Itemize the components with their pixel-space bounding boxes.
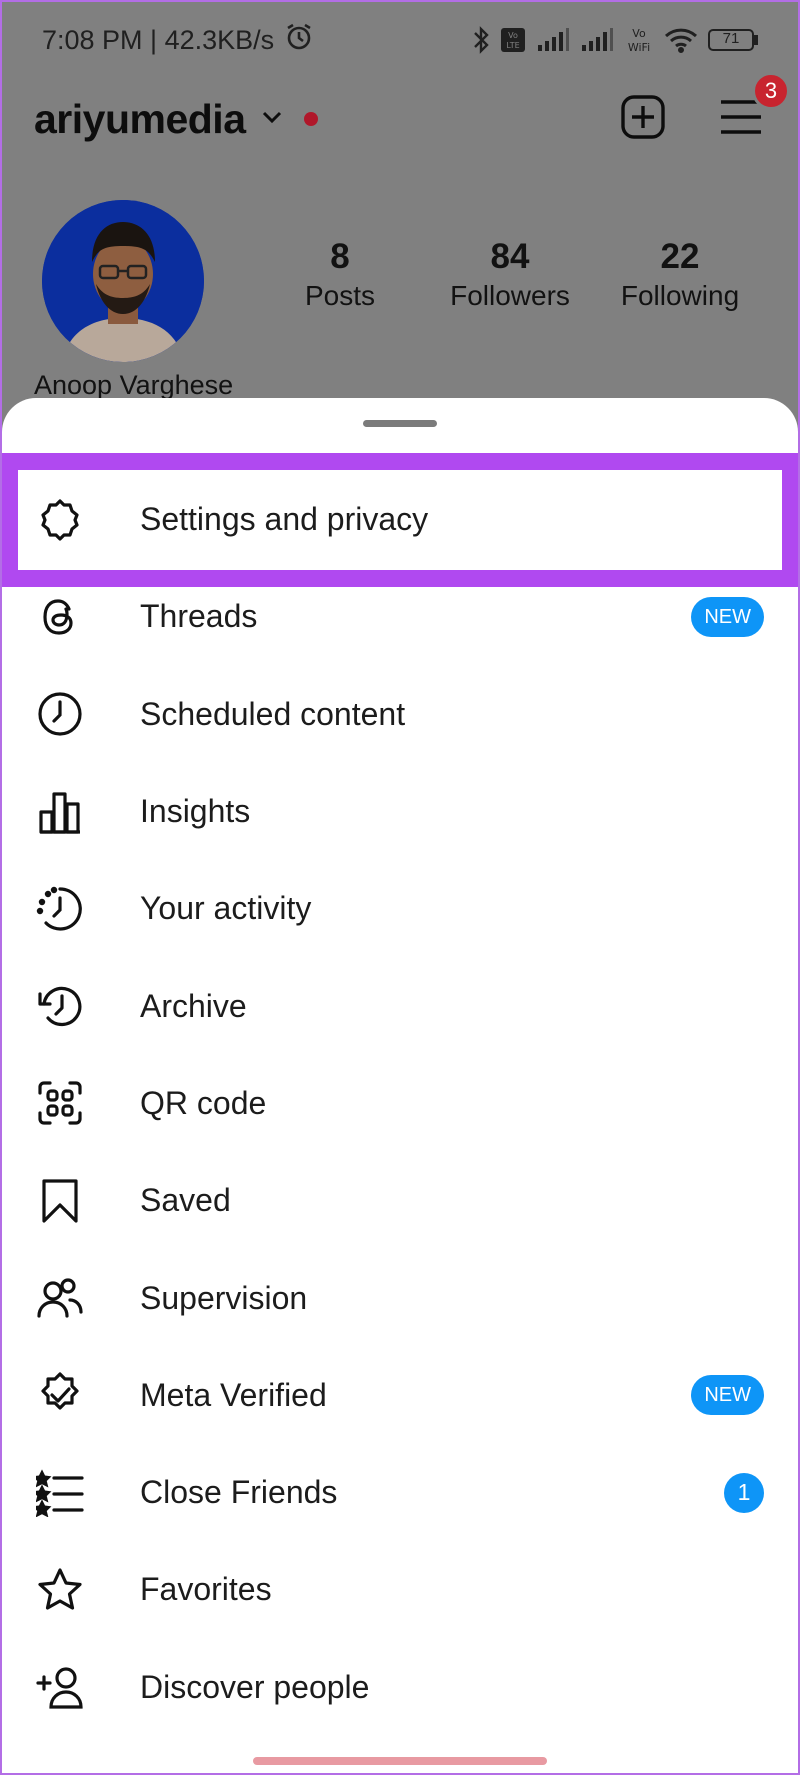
menu-item-label: Discover people bbox=[140, 1668, 370, 1705]
archive-icon bbox=[36, 982, 84, 1030]
status-time-speed: 7:08 PM | 42.3KB/s bbox=[42, 24, 275, 55]
add-post-icon bbox=[620, 94, 666, 145]
battery-icon: 71 bbox=[708, 28, 758, 52]
menu-item-supervision[interactable]: Supervision bbox=[2, 1249, 798, 1346]
menu-item-label: Meta Verified bbox=[140, 1376, 327, 1413]
threads-icon bbox=[36, 593, 84, 641]
notification-badge: 3 bbox=[752, 72, 790, 110]
menu-item-scheduled-content[interactable]: Scheduled content bbox=[2, 666, 798, 763]
username[interactable]: ariyumedia bbox=[34, 96, 246, 143]
bottom-sheet-menu: Settings and privacy Threads NEW Schedul… bbox=[2, 398, 798, 1775]
bar-chart-icon bbox=[36, 788, 84, 836]
menu-button[interactable]: 3 bbox=[716, 72, 790, 144]
menu-item-label: Close Friends bbox=[140, 1474, 338, 1511]
profile-stats: 8 Posts 84 Followers 22 Following bbox=[255, 237, 765, 314]
menu-item-meta-verified[interactable]: Meta Verified NEW bbox=[2, 1347, 798, 1444]
unread-dot bbox=[303, 112, 318, 126]
create-button[interactable] bbox=[618, 94, 668, 144]
menu-item-label: Insights bbox=[140, 793, 251, 830]
stat-value: 84 bbox=[490, 237, 530, 276]
menu-item-label: Scheduled content bbox=[140, 695, 406, 732]
menu-item-insights[interactable]: Insights bbox=[2, 763, 798, 860]
account-switcher[interactable]: ariyumedia bbox=[34, 96, 318, 143]
menu-item-label: QR code bbox=[140, 1084, 267, 1121]
gear-icon bbox=[36, 496, 84, 544]
drag-handle[interactable] bbox=[363, 420, 437, 427]
new-badge: NEW bbox=[691, 1375, 764, 1416]
bluetooth-icon bbox=[472, 25, 490, 55]
svg-text:Vo: Vo bbox=[508, 31, 518, 40]
menu-item-label: Your activity bbox=[140, 890, 312, 927]
bookmark-icon bbox=[36, 1177, 84, 1225]
vowifi-icon: Vo WiFi bbox=[624, 25, 654, 55]
close-friends-icon bbox=[36, 1469, 84, 1517]
clock-icon bbox=[36, 690, 84, 738]
home-indicator bbox=[253, 1757, 547, 1765]
stat-following[interactable]: 22 Following bbox=[595, 237, 765, 314]
supervision-icon bbox=[36, 1274, 84, 1322]
stat-value: 22 bbox=[660, 237, 700, 276]
menu-item-label: Favorites bbox=[140, 1571, 272, 1608]
menu-item-archive[interactable]: Archive bbox=[2, 957, 798, 1054]
status-bar: 7:08 PM | 42.3KB/s Vo LTE Vo WiFi 71 bbox=[0, 0, 800, 80]
signal-icon-2 bbox=[580, 27, 614, 53]
wifi-icon bbox=[664, 26, 698, 54]
profile-header: ariyumedia 3 bbox=[34, 72, 790, 152]
volte-icon: Vo LTE bbox=[500, 27, 526, 53]
menu-item-label: Settings and privacy bbox=[140, 501, 429, 538]
activity-icon bbox=[36, 885, 84, 933]
qr-code-icon bbox=[36, 1079, 84, 1127]
menu-item-your-activity[interactable]: Your activity bbox=[2, 860, 798, 957]
stat-value: 8 bbox=[330, 237, 350, 276]
menu-item-threads[interactable]: Threads NEW bbox=[2, 568, 798, 665]
new-badge: NEW bbox=[691, 596, 764, 637]
menu-item-saved[interactable]: Saved bbox=[2, 1152, 798, 1249]
menu-item-label: Supervision bbox=[140, 1279, 308, 1316]
chevron-down-icon[interactable] bbox=[260, 105, 284, 134]
avatar[interactable] bbox=[42, 200, 204, 362]
menu-list: Settings and privacy Threads NEW Schedul… bbox=[2, 471, 798, 1736]
svg-text:LTE: LTE bbox=[506, 41, 519, 50]
menu-item-label: Threads bbox=[140, 598, 258, 635]
menu-item-qr-code[interactable]: QR code bbox=[2, 1055, 798, 1152]
svg-text:WiFi: WiFi bbox=[628, 41, 650, 54]
menu-item-discover-people[interactable]: Discover people bbox=[2, 1639, 798, 1736]
menu-item-label: Archive bbox=[140, 987, 247, 1024]
stat-label: Following bbox=[620, 279, 740, 311]
menu-item-settings-and-privacy[interactable]: Settings and privacy bbox=[2, 471, 798, 568]
profile-display-name: Anoop Varghese bbox=[34, 370, 234, 400]
battery-level: 71 bbox=[722, 30, 740, 47]
add-person-icon bbox=[36, 1663, 84, 1711]
svg-text:Vo: Vo bbox=[632, 27, 646, 40]
menu-item-close-friends[interactable]: Close Friends 1 bbox=[2, 1444, 798, 1541]
menu-item-favorites[interactable]: Favorites bbox=[2, 1541, 798, 1638]
count-badge: 1 bbox=[724, 1472, 764, 1513]
menu-item-label: Saved bbox=[140, 1182, 231, 1219]
star-icon bbox=[36, 1566, 84, 1614]
verified-icon bbox=[36, 1371, 84, 1419]
signal-icon bbox=[536, 27, 570, 53]
stat-followers[interactable]: 84 Followers bbox=[425, 237, 595, 314]
stat-label: Followers bbox=[450, 279, 570, 311]
stat-label: Posts bbox=[304, 279, 376, 311]
stat-posts[interactable]: 8 Posts bbox=[255, 237, 425, 314]
alarm-icon bbox=[284, 22, 314, 59]
